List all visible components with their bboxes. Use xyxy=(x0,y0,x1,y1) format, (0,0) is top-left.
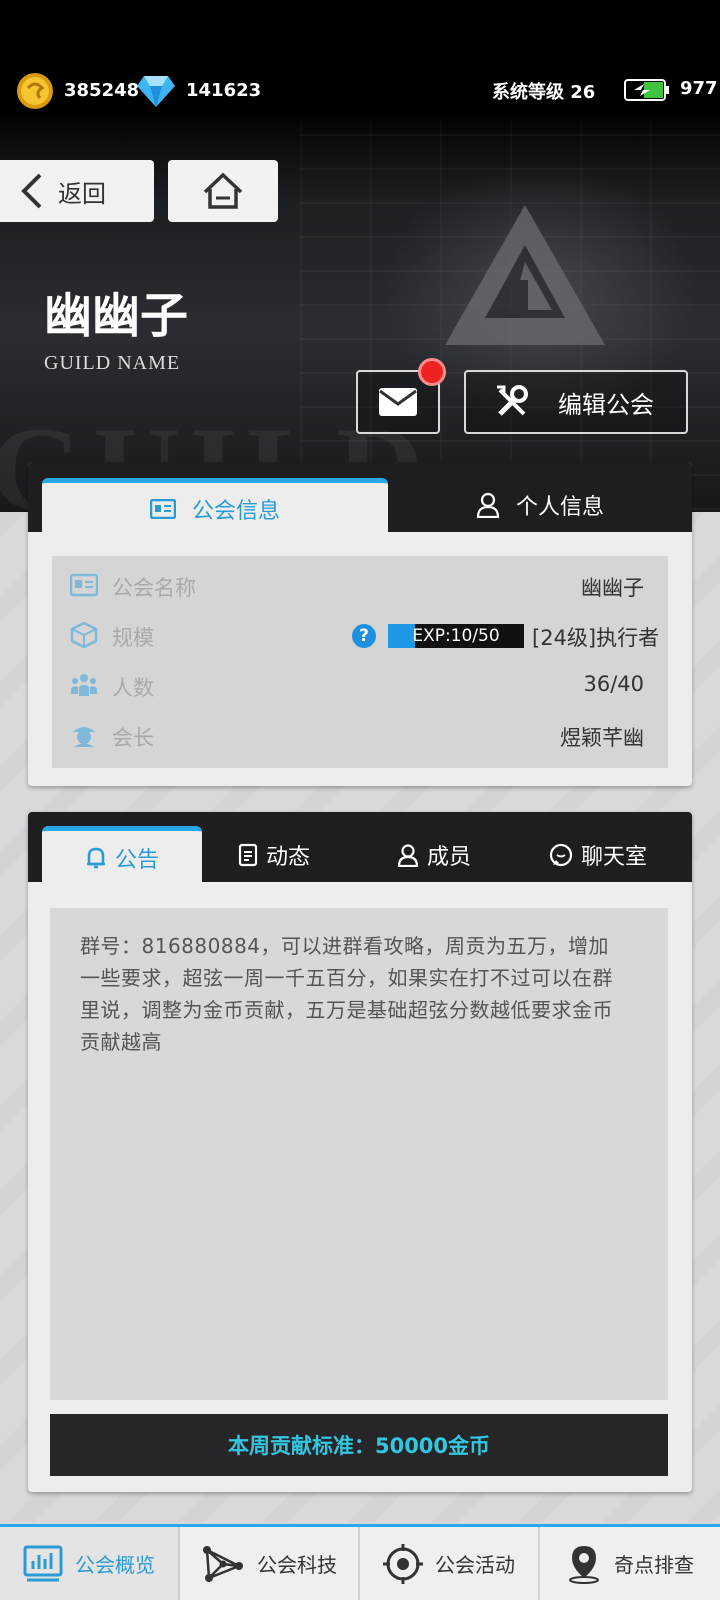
mail-icon xyxy=(379,388,417,416)
energy-count: 977 xyxy=(680,78,718,99)
tab-activity[interactable]: 动态 xyxy=(218,828,330,882)
leader-label: 会长 xyxy=(112,726,154,750)
system-level: 系统等级 26 xyxy=(492,82,596,103)
weekly-contribution-banner: 本周贡献标准：50000金币 xyxy=(50,1414,668,1476)
resource-bar: 385248 141623 系统等级 26 977 xyxy=(0,70,720,112)
id-card-icon xyxy=(149,498,176,519)
nav-singularity-check-label: 奇点排查 xyxy=(614,1553,694,1577)
edit-guild-label: 编辑公会 xyxy=(558,390,654,419)
energy-battery-icon xyxy=(624,79,669,101)
info-row-members: 人数 36/40 xyxy=(52,660,668,710)
home-button[interactable] xyxy=(168,160,278,222)
announcement-panel: 群号：816880884，可以进群看攻略，周贡为五万，增加一些要求，超弦一周一千… xyxy=(50,908,668,1400)
guild-name-label: 公会名称 xyxy=(112,576,196,600)
coin-count: 385248 xyxy=(64,80,140,101)
announcement-text: 群号：816880884，可以进群看攻略，周贡为五万，增加一些要求，超弦一周一千… xyxy=(80,934,613,1054)
scale-label: 规模 xyxy=(112,626,154,650)
people-group-icon xyxy=(71,674,97,696)
bottom-navigation: 公会概览 公会科技 公会活动 奇点排查 xyxy=(0,1524,720,1600)
bell-icon xyxy=(86,847,105,868)
coin-icon xyxy=(17,73,53,109)
home-icon xyxy=(203,172,243,209)
members-label: 人数 xyxy=(112,676,154,700)
edit-guild-button[interactable]: 编辑公会 xyxy=(464,370,688,434)
guild-info-panel: 公会名称 幽幽子 规模 ? EXP:10/50 [24级]执行者 人数 36/4… xyxy=(52,556,668,768)
tab-chatroom-label: 聊天室 xyxy=(580,845,647,870)
weekly-contribution-text: 本周贡献标准：50000金币 xyxy=(227,1434,491,1458)
notification-dot xyxy=(418,358,446,386)
nav-singularity-check[interactable]: 奇点排查 xyxy=(540,1527,720,1600)
info-row-name: 公会名称 幽幽子 xyxy=(52,560,668,610)
leader-value: 煜颖芊幽 xyxy=(560,726,644,750)
person-icon xyxy=(476,492,500,518)
announcement-card: 公告 动态 成员 聊天室 群号：816880884，可以进群看攻略，周贡为五万，… xyxy=(28,812,692,1492)
target-icon xyxy=(383,1543,423,1584)
nav-guild-tech-label: 公会科技 xyxy=(257,1553,337,1577)
person-icon xyxy=(397,844,419,867)
nav-guild-activity-label: 公会活动 xyxy=(435,1553,515,1577)
exp-progress-bar: EXP:10/50 xyxy=(388,624,524,648)
nav-guild-overview[interactable]: 公会概览 xyxy=(0,1527,180,1600)
diamond-icon xyxy=(137,76,175,107)
tab-activity-label: 动态 xyxy=(265,845,310,870)
document-icon xyxy=(238,843,258,867)
tab-personal-info[interactable]: 个人信息 xyxy=(388,478,692,532)
guild-name-value: 幽幽子 xyxy=(581,576,644,600)
exp-text: EXP:10/50 xyxy=(412,626,500,646)
tab-members[interactable]: 成员 xyxy=(378,828,490,882)
nav-guild-tech[interactable]: 公会科技 xyxy=(180,1527,360,1600)
chevron-left-icon xyxy=(21,173,42,209)
tab-personal-info-label: 个人信息 xyxy=(515,495,604,520)
nav-guild-activity[interactable]: 公会活动 xyxy=(360,1527,540,1600)
members-value: 36/40 xyxy=(583,672,644,696)
network-icon xyxy=(203,1545,243,1582)
cube-icon xyxy=(70,622,98,648)
nav-guild-overview-label: 公会概览 xyxy=(75,1553,155,1577)
leader-icon xyxy=(73,727,95,747)
tab-chatroom[interactable]: 聊天室 xyxy=(518,828,678,882)
chat-bubble-icon xyxy=(549,843,573,867)
location-pin-icon xyxy=(569,1545,599,1584)
tab-members-label: 成员 xyxy=(426,845,471,870)
gem-count: 141623 xyxy=(186,80,262,101)
id-card-icon xyxy=(70,573,98,597)
back-label: 返回 xyxy=(58,179,106,208)
guild-name-title: 幽幽子 xyxy=(44,290,189,343)
guild-info-card: 公会信息 个人信息 公会名称 幽幽子 规模 ? EXP:10/50 [24级]执… xyxy=(28,462,692,786)
tab-guild-info-label: 公会信息 xyxy=(191,498,280,524)
chart-icon xyxy=(23,1545,63,1581)
tools-icon xyxy=(497,385,528,416)
scale-value: [24级]执行者 xyxy=(532,626,660,650)
tab-guild-info[interactable]: 公会信息 xyxy=(42,478,388,534)
tab-announcement[interactable]: 公告 xyxy=(42,826,202,884)
back-button[interactable]: 返回 xyxy=(0,160,154,222)
help-icon[interactable]: ? xyxy=(352,624,376,648)
info-row-scale: 规模 ? EXP:10/50 [24级]执行者 xyxy=(52,610,668,660)
guild-name-subtitle: GUILD NAME xyxy=(44,352,181,374)
info-row-leader: 会长 煜颖芊幽 xyxy=(52,710,668,760)
tab-announcement-label: 公告 xyxy=(114,847,159,873)
guild-emblem-icon xyxy=(445,205,605,345)
